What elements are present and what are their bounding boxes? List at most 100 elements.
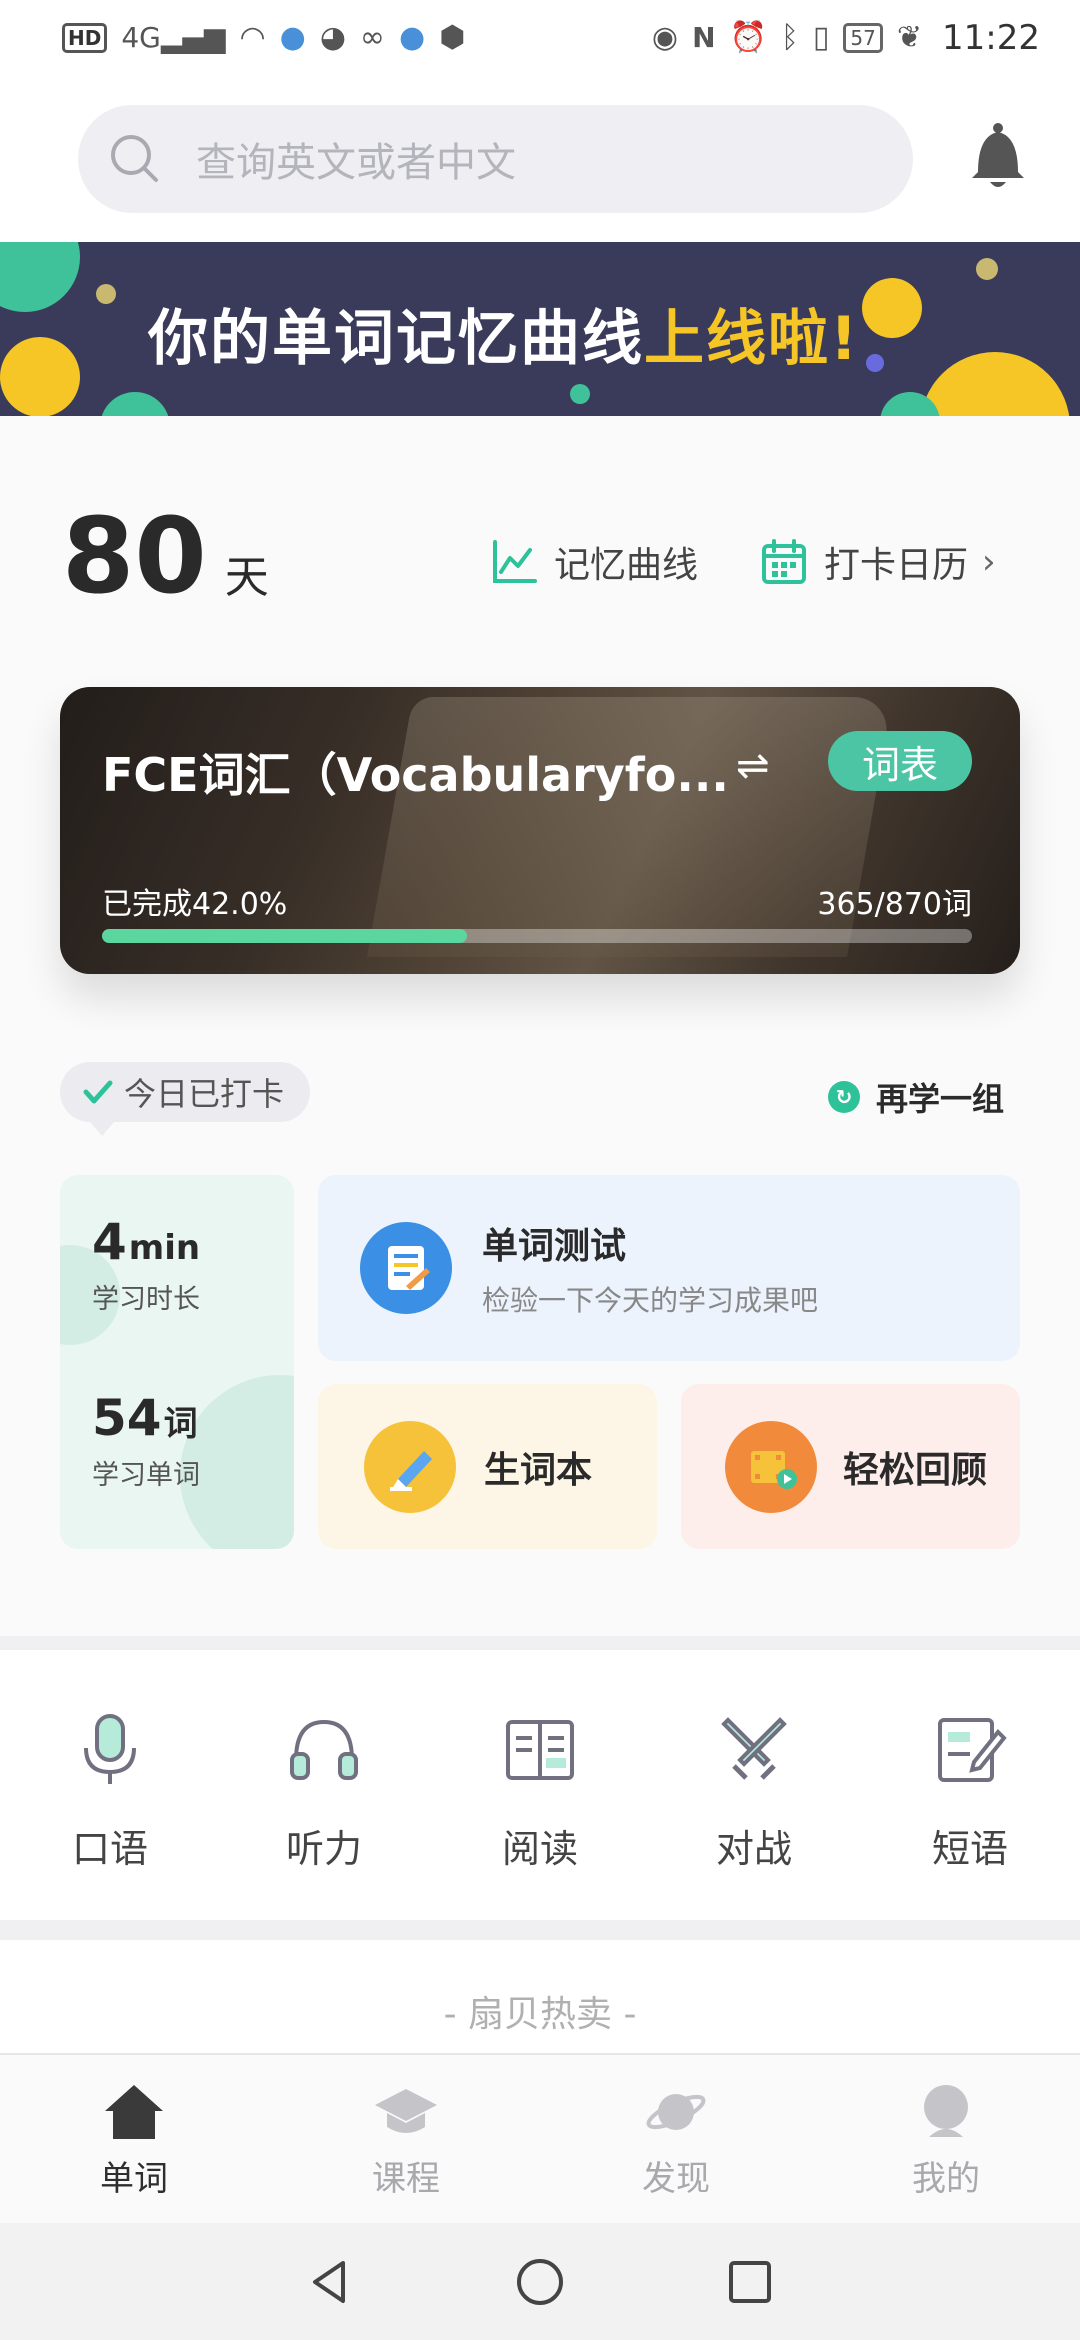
- study-time-stat: 4min 学习时长: [92, 1213, 200, 1316]
- home-icon: [105, 2085, 163, 2139]
- progress-fill: [102, 929, 468, 943]
- quicknav-battle[interactable]: 对战: [674, 1710, 834, 1873]
- wordlist-button[interactable]: 词表: [828, 731, 972, 791]
- graduation-cap-icon: [375, 2089, 437, 2133]
- quicknav-listening[interactable]: 听力: [244, 1710, 404, 1873]
- memory-curve-link[interactable]: 记忆曲线: [490, 536, 698, 588]
- streak-days: 80: [62, 495, 207, 617]
- study-words-unit: 词: [163, 1404, 198, 1444]
- study-time-label: 学习时长: [92, 1284, 200, 1315]
- calendar-label: 打卡日历: [824, 545, 969, 586]
- study-words-label: 学习单词: [92, 1460, 200, 1491]
- test-paper-icon: [360, 1222, 452, 1314]
- decor-dot: [866, 354, 884, 372]
- swap-icon[interactable]: ⇌: [736, 743, 770, 789]
- study-stats: 4min 学习时长 54词 学习单词: [60, 1175, 294, 1549]
- decor-circle: [100, 392, 170, 416]
- study-words-stat: 54词 学习单词: [92, 1389, 200, 1492]
- system-navigation-bar: [0, 2223, 1080, 2340]
- app-notification-icon-2: ●: [399, 20, 426, 55]
- promo-banner[interactable]: 你的单词记忆曲线上线啦!: [0, 242, 1080, 416]
- checkin-badge: 今日已打卡: [60, 1062, 311, 1136]
- wifi-icon: ◠: [239, 20, 266, 55]
- highlighter-icon: [364, 1420, 456, 1513]
- bottom-tab-bar: 单词 课程 发现 我的: [0, 2053, 1080, 2223]
- streak-unit: 天: [224, 552, 269, 603]
- vibrate-icon: ▯: [812, 20, 830, 55]
- open-book-icon: [506, 1720, 574, 1780]
- easy-review-card[interactable]: 轻松回顾: [681, 1384, 1020, 1549]
- tab-courses[interactable]: 课程: [326, 2081, 486, 2200]
- relearn-label: 再学一组: [876, 1080, 1005, 1118]
- relearn-button[interactable]: ↻ 再学一组: [828, 1074, 1004, 1120]
- streak-counter: 80 天: [62, 495, 269, 617]
- hd-icon: HD: [62, 22, 108, 53]
- microphone-icon: [84, 1714, 136, 1784]
- crossed-swords-icon: [721, 1717, 787, 1780]
- alarm-icon: ⏰: [729, 20, 767, 55]
- bell-badge-icon: [862, 278, 922, 338]
- quick-nav: 口语 听力 阅读 对战 短语: [0, 1650, 1080, 1920]
- decor-circle: [0, 337, 80, 416]
- check-icon: [83, 1080, 113, 1104]
- headphones-icon: [290, 1719, 358, 1780]
- bluetooth-icon: ᛒ: [780, 20, 799, 55]
- quicknav-label: 口语: [71, 1827, 148, 1871]
- tab-label: 课程: [372, 2159, 440, 2199]
- app-notification-icon: ●: [279, 20, 306, 55]
- battery-icon: 57: [843, 22, 883, 53]
- nfc-icon: N: [692, 21, 716, 54]
- vocab-notebook-card[interactable]: 生词本: [318, 1384, 657, 1549]
- memory-curve-label: 记忆曲线: [554, 545, 699, 586]
- quicknav-label: 阅读: [501, 1827, 578, 1871]
- word-test-subtitle: 检验一下今天的学习成果吧: [482, 1284, 819, 1317]
- film-icon: [725, 1420, 817, 1513]
- tab-label: 我的: [912, 2159, 980, 2199]
- tab-label: 发现: [642, 2159, 710, 2199]
- status-bar: HD 4G▂▄▆ ◠ ● ◕ ∞ ● ⬢ ◉ N ⏰ ᛒ ▯ 57 ❦ 11:2…: [0, 0, 1080, 75]
- easy-review-title: 轻松回顾: [843, 1449, 988, 1491]
- progress-label: 已完成42.0%: [102, 887, 288, 922]
- decor-dot: [570, 384, 590, 404]
- line-chart-icon: [493, 540, 537, 583]
- quicknav-speaking[interactable]: 口语: [30, 1710, 190, 1873]
- divider: [0, 1920, 1080, 1940]
- wordbook-card[interactable]: FCE词汇（Vocabularyfo... ⇌ 词表 已完成42.0% 365/…: [60, 687, 1020, 974]
- leaf-icon: ❦: [896, 20, 923, 55]
- progress-count: 365/870词: [817, 887, 972, 922]
- quicknav-phrases[interactable]: 短语: [890, 1710, 1050, 1873]
- checkin-calendar-link[interactable]: 打卡日历 ›: [760, 536, 996, 588]
- quicknav-label: 听力: [285, 1827, 362, 1871]
- tab-me[interactable]: 我的: [866, 2081, 1026, 2200]
- tab-discover[interactable]: 发现: [596, 2081, 756, 2200]
- progress-bar: [102, 929, 972, 943]
- quicknav-reading[interactable]: 阅读: [460, 1710, 620, 1873]
- quicknav-label: 短语: [931, 1827, 1008, 1871]
- word-test-card[interactable]: 单词测试 检验一下今天的学习成果吧: [318, 1175, 1020, 1361]
- eye-icon: ◉: [651, 20, 679, 55]
- home-circle-icon[interactable]: [515, 2257, 565, 2307]
- word-test-title: 单词测试: [482, 1226, 627, 1267]
- search-icon: [111, 135, 158, 182]
- study-time-unit: min: [128, 1228, 201, 1268]
- hand-icon: ⬢: [439, 20, 466, 55]
- refresh-icon: ↻: [828, 1081, 860, 1113]
- calendar-icon: [762, 539, 806, 584]
- recent-apps-icon[interactable]: [725, 2257, 775, 2307]
- decor-circle: [0, 242, 80, 312]
- bell-icon[interactable]: [968, 122, 1028, 192]
- back-icon[interactable]: [305, 2257, 355, 2307]
- search-placeholder: 查询英文或者中文: [196, 140, 516, 186]
- cloud-icon: ∞: [360, 20, 386, 55]
- wechat-icon: ◕: [319, 20, 347, 55]
- tab-words[interactable]: 单词: [54, 2081, 214, 2200]
- divider: [0, 1636, 1080, 1650]
- planet-icon: [646, 2094, 706, 2130]
- banner-title: 你的单词记忆曲线上线啦!: [148, 304, 860, 374]
- study-time-value: 4: [92, 1213, 127, 1271]
- decor-dot: [96, 284, 116, 304]
- search-bar[interactable]: 查询英文或者中文: [78, 105, 913, 213]
- wordbook-title: FCE词汇（Vocabularyfo...: [102, 748, 729, 802]
- study-words-value: 54: [92, 1389, 162, 1447]
- hot-sale-heading: - 扇贝热卖 -: [443, 1994, 637, 2035]
